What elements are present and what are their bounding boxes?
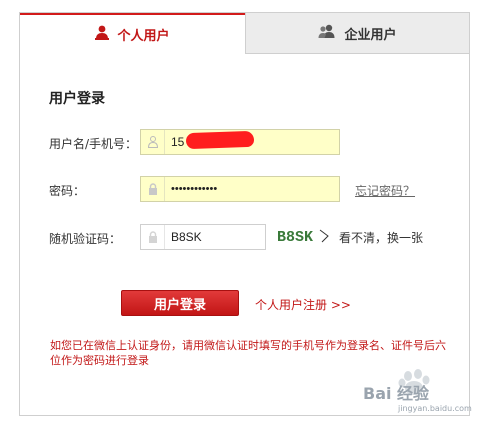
captcha-value: B8SK <box>171 230 202 244</box>
password-field[interactable]: •••••••••••• <box>140 176 340 202</box>
user-field-icon <box>141 130 165 154</box>
captcha-image-text: B8SK <box>277 229 313 246</box>
password-label: 密码： <box>49 184 86 198</box>
person-icon <box>95 25 110 44</box>
wechat-notice: 如您已在微信上认证身份，请用微信认证时填写的手机号作为登录名、证件号后六位作为密… <box>50 339 446 367</box>
redaction-mark <box>185 130 255 150</box>
password-value: •••••••••••• <box>171 183 218 195</box>
lock-icon <box>141 225 165 249</box>
username-label: 用户名/手机号： <box>49 137 138 151</box>
register-link[interactable]: 个人用户注册 >> <box>255 296 351 313</box>
captcha-field[interactable]: B8SK <box>140 224 266 250</box>
lock-icon <box>141 177 165 201</box>
watermark-text: Bai 经验 <box>363 384 430 403</box>
group-icon <box>318 24 336 43</box>
refresh-captcha-link[interactable]: 看不清，换一张 <box>339 229 423 246</box>
captcha-image[interactable]: B8SK <box>276 224 338 248</box>
tab-personal-user[interactable]: 个人用户 <box>20 13 245 54</box>
username-value: 15 <box>171 135 185 149</box>
watermark-subtext: jingyan.baidu.com <box>398 404 472 413</box>
tab-personal-label: 个人用户 <box>117 29 170 44</box>
tab-enterprise-user[interactable]: 企业用户 <box>245 13 469 54</box>
tab-enterprise-label: 企业用户 <box>344 27 397 43</box>
user-type-tabs: 个人用户 企业用户 <box>20 13 469 54</box>
login-button[interactable]: 用户登录 <box>121 290 239 316</box>
login-title: 用户登录 <box>49 91 105 107</box>
forgot-password-link[interactable]: 忘记密码？ <box>355 182 415 199</box>
captcha-label: 随机验证码： <box>49 232 122 246</box>
